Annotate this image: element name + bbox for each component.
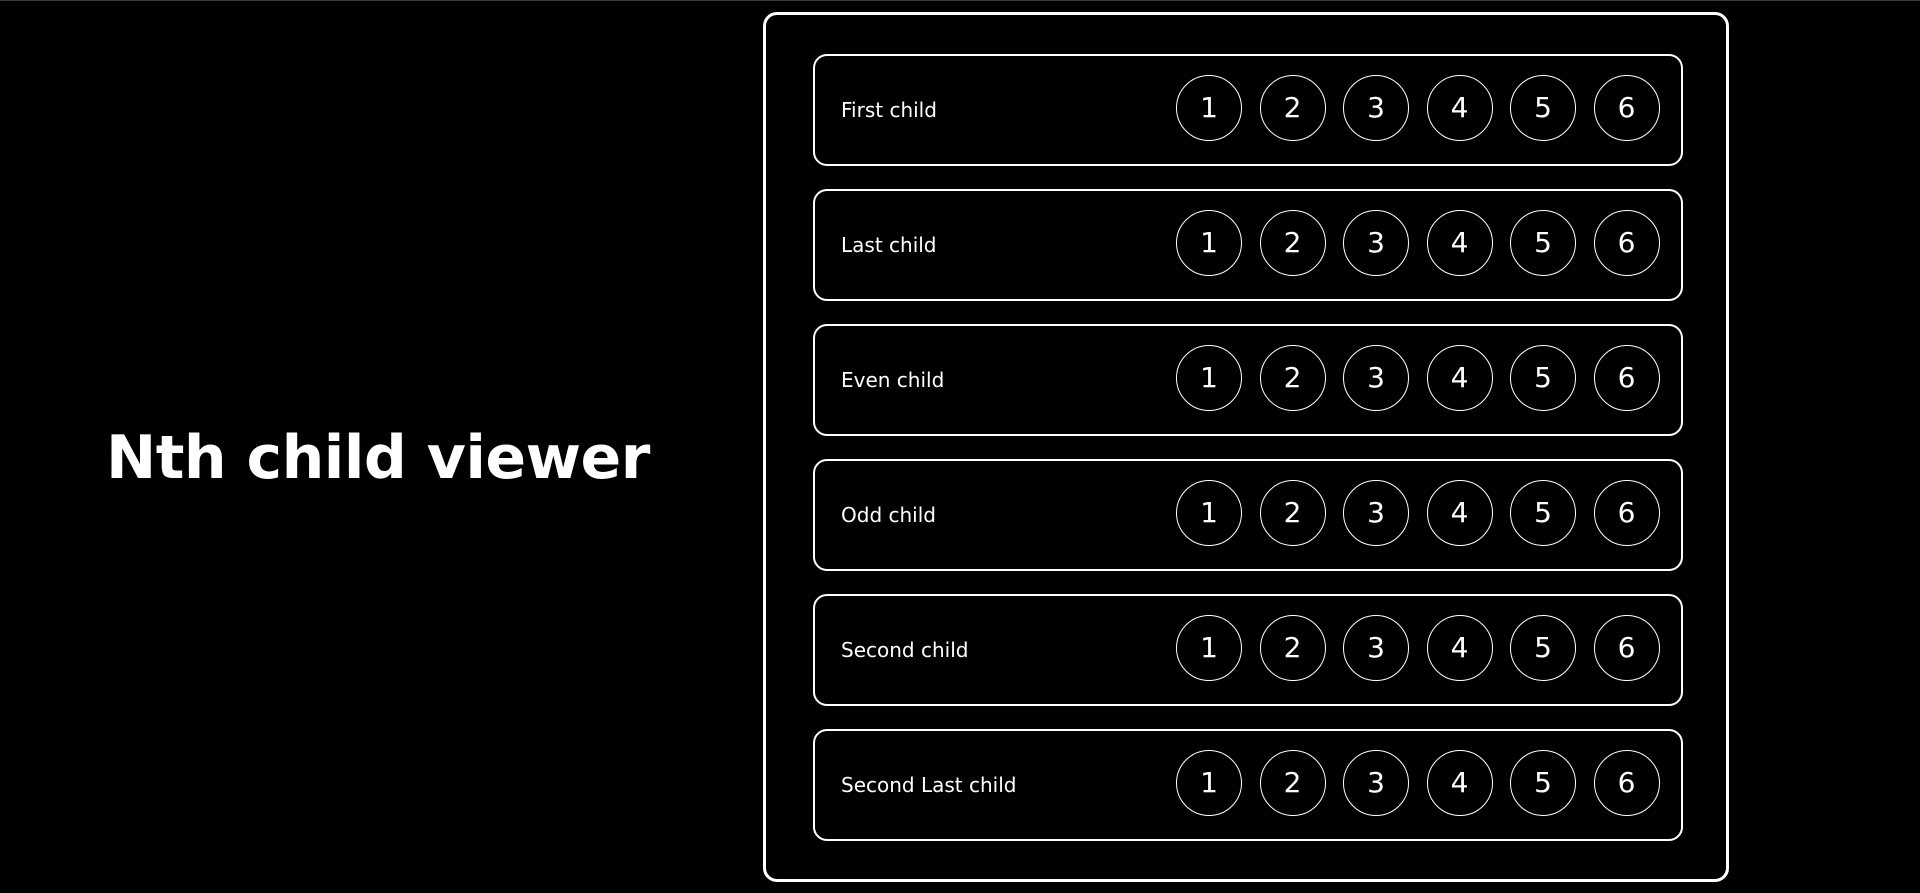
top-divider (0, 0, 1920, 1)
row-label: Second Last child (841, 773, 1017, 797)
page-title: Nth child viewer (106, 423, 650, 493)
row-second-last-child: Second Last child 1 2 3 4 5 6 (813, 729, 1683, 841)
child-circle[interactable]: 6 (1593, 345, 1660, 411)
child-circle[interactable]: 5 (1510, 615, 1576, 681)
child-circle[interactable]: 3 (1343, 75, 1409, 141)
child-circle[interactable]: 1 (1176, 210, 1242, 276)
circle-group: 1 2 3 4 5 6 (1176, 750, 1660, 816)
child-circle[interactable]: 4 (1426, 480, 1493, 546)
child-circle[interactable]: 1 (1176, 75, 1242, 141)
child-circle[interactable]: 2 (1259, 75, 1326, 141)
row-second-child: Second child 1 2 3 4 5 6 (813, 594, 1683, 706)
row-odd-child: Odd child 1 2 3 4 5 6 (813, 459, 1683, 571)
child-circle[interactable]: 6 (1593, 210, 1660, 276)
child-circle[interactable]: 4 (1426, 210, 1493, 276)
circle-group: 1 2 3 4 5 6 (1176, 210, 1660, 276)
circle-group: 1 2 3 4 5 6 (1176, 75, 1660, 141)
viewer-panel: First child 1 2 3 4 5 6 Last child 1 2 3… (763, 12, 1729, 882)
row-label: Even child (841, 368, 945, 392)
row-last-child: Last child 1 2 3 4 5 6 (813, 189, 1683, 301)
child-circle[interactable]: 5 (1510, 345, 1576, 411)
row-label: First child (841, 98, 937, 122)
child-circle[interactable]: 5 (1510, 210, 1576, 276)
circle-group: 1 2 3 4 5 6 (1176, 480, 1660, 546)
child-circle[interactable]: 2 (1259, 480, 1326, 546)
child-circle[interactable]: 3 (1343, 345, 1409, 411)
child-circle[interactable]: 2 (1259, 210, 1326, 276)
child-circle[interactable]: 5 (1510, 480, 1576, 546)
child-circle[interactable]: 4 (1426, 615, 1493, 681)
row-even-child: Even child 1 2 3 4 5 6 (813, 324, 1683, 436)
child-circle[interactable]: 1 (1176, 615, 1242, 681)
child-circle[interactable]: 2 (1259, 345, 1326, 411)
child-circle[interactable]: 5 (1510, 75, 1576, 141)
child-circle[interactable]: 5 (1510, 750, 1576, 816)
child-circle[interactable]: 2 (1259, 750, 1326, 816)
child-circle[interactable]: 3 (1343, 210, 1409, 276)
child-circle[interactable]: 2 (1259, 615, 1326, 681)
child-circle[interactable]: 4 (1426, 750, 1493, 816)
child-circle[interactable]: 4 (1426, 345, 1493, 411)
child-circle[interactable]: 6 (1593, 615, 1660, 681)
child-circle[interactable]: 6 (1593, 75, 1660, 141)
child-circle[interactable]: 1 (1176, 750, 1242, 816)
child-circle[interactable]: 1 (1176, 345, 1242, 411)
child-circle[interactable]: 4 (1426, 75, 1493, 141)
row-label: Odd child (841, 503, 936, 527)
child-circle[interactable]: 6 (1593, 480, 1660, 546)
row-label: Second child (841, 638, 969, 662)
row-first-child: First child 1 2 3 4 5 6 (813, 54, 1683, 166)
child-circle[interactable]: 1 (1176, 480, 1242, 546)
circle-group: 1 2 3 4 5 6 (1176, 615, 1660, 681)
child-circle[interactable]: 3 (1343, 615, 1409, 681)
child-circle[interactable]: 3 (1343, 480, 1409, 546)
child-circle[interactable]: 3 (1343, 750, 1409, 816)
child-circle[interactable]: 6 (1593, 750, 1660, 816)
circle-group: 1 2 3 4 5 6 (1176, 345, 1660, 411)
row-label: Last child (841, 233, 937, 257)
